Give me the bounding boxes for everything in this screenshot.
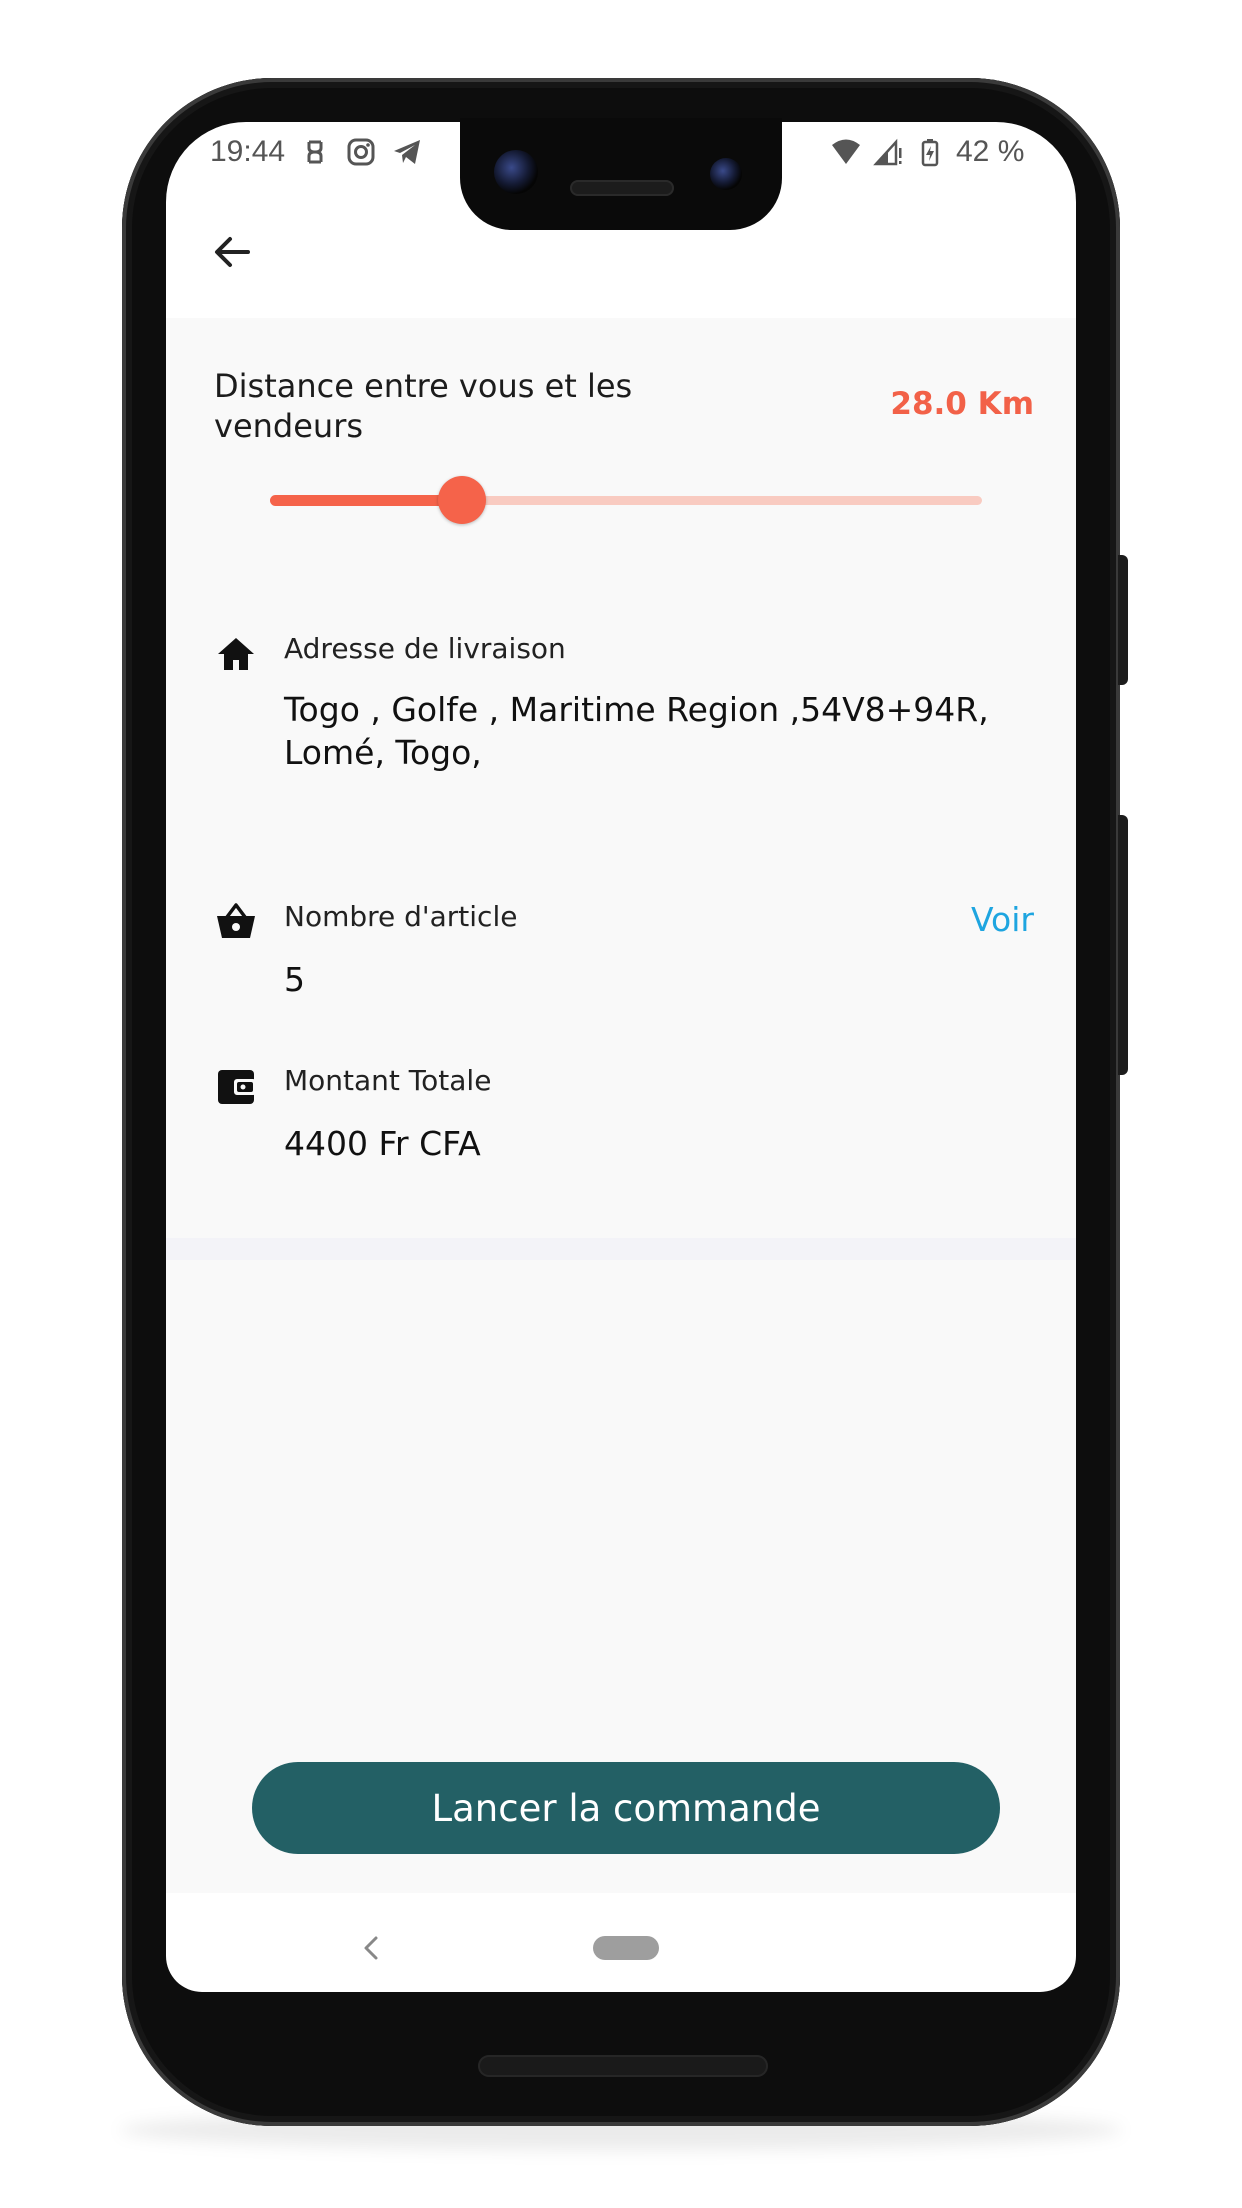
total-amount: 4400 Fr CFA — [284, 1124, 481, 1163]
slider-fill — [270, 495, 463, 506]
back-button[interactable] — [204, 224, 260, 280]
items-label: Nombre d'article — [284, 900, 518, 933]
bottom-speaker — [478, 2055, 768, 2077]
earpiece — [570, 180, 674, 196]
delivery-label: Adresse de livraison — [284, 632, 566, 665]
arrow-left-icon — [215, 237, 250, 267]
slider-thumb[interactable] — [438, 476, 487, 524]
nav-home-pill[interactable] — [593, 1936, 659, 1960]
distance-label: Distance entre vous et les vendeurs — [214, 367, 633, 445]
battery-icon — [921, 139, 939, 167]
status-time: 19:44 — [210, 135, 286, 168]
status-bar-left: 19:44 — [210, 132, 423, 172]
wallet-icon — [218, 1070, 256, 1104]
status-bar-right: 42 % — [830, 132, 1024, 172]
distance-value: 28.0 Km — [890, 386, 1034, 422]
items-count: 5 — [284, 960, 305, 999]
battery-percent: 42 % — [956, 135, 1025, 168]
distance-slider[interactable] — [270, 476, 982, 524]
sensor — [710, 158, 742, 190]
voir-link[interactable]: Voir — [971, 900, 1034, 939]
basket-icon — [217, 903, 255, 938]
telegram-icon — [394, 140, 421, 164]
delivery-address-line1: Togo , Golfe , Maritime Region ,54V8+94R… — [284, 690, 989, 729]
nav-back-icon[interactable] — [356, 1930, 386, 1966]
page: 19:44 42 % Distance entre vous et les ve… — [0, 0, 1242, 2208]
total-label: Montant Totale — [284, 1064, 492, 1097]
volume-button — [1118, 815, 1128, 1075]
wifi-icon — [832, 139, 860, 164]
instagram-icon — [347, 138, 375, 166]
section-divider — [166, 1238, 1076, 1260]
notification-icon — [307, 140, 323, 164]
delivery-address-line2: Lomé, Togo, — [284, 733, 482, 772]
launch-order-button[interactable]: Lancer la commande — [252, 1762, 1000, 1854]
signal-icon — [873, 138, 902, 166]
power-button — [1118, 555, 1128, 685]
home-icon — [218, 638, 254, 670]
content-panel — [166, 318, 1076, 1893]
front-camera — [494, 150, 538, 194]
